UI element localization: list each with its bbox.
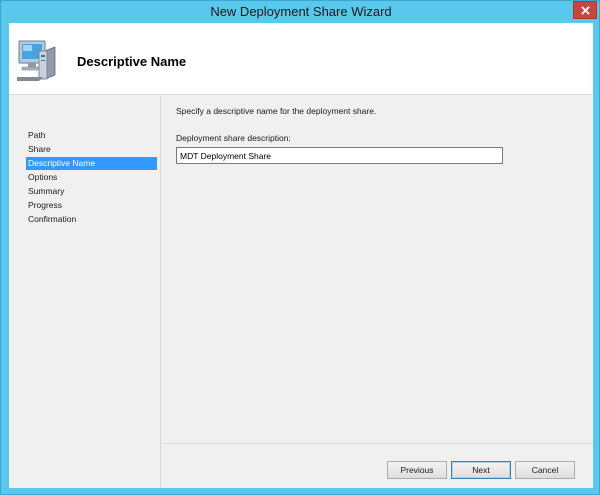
description-input[interactable] xyxy=(176,147,503,164)
step-descriptive-name[interactable]: Descriptive Name xyxy=(26,157,157,170)
cancel-button[interactable]: Cancel xyxy=(515,461,575,479)
steps-sidebar: Path Share Descriptive Name Options Summ… xyxy=(9,96,161,488)
main-panel: Specify a descriptive name for the deplo… xyxy=(162,96,593,488)
footer-divider xyxy=(162,443,593,444)
close-icon xyxy=(580,5,590,15)
description-label: Deployment share description: xyxy=(176,133,291,143)
close-button[interactable] xyxy=(573,1,597,19)
step-summary[interactable]: Summary xyxy=(26,185,157,198)
computer-icon xyxy=(17,40,56,81)
wizard-window: New Deployment Share Wizard Descriptive … xyxy=(0,0,600,495)
step-progress[interactable]: Progress xyxy=(26,199,157,212)
wizard-header: Descriptive Name xyxy=(9,23,593,95)
step-share[interactable]: Share xyxy=(26,143,157,156)
title-bar[interactable]: New Deployment Share Wizard xyxy=(1,1,600,23)
instruction-text: Specify a descriptive name for the deplo… xyxy=(176,106,377,116)
page-title: Descriptive Name xyxy=(77,54,187,69)
step-confirmation[interactable]: Confirmation xyxy=(26,213,157,226)
window-title: New Deployment Share Wizard xyxy=(210,4,392,19)
step-options[interactable]: Options xyxy=(26,171,157,184)
step-path[interactable]: Path xyxy=(26,129,157,142)
next-button[interactable]: Next xyxy=(451,461,511,479)
wizard-client-area: Descriptive Name Path Share Descriptive … xyxy=(9,23,593,488)
previous-button[interactable]: Previous xyxy=(387,461,447,479)
